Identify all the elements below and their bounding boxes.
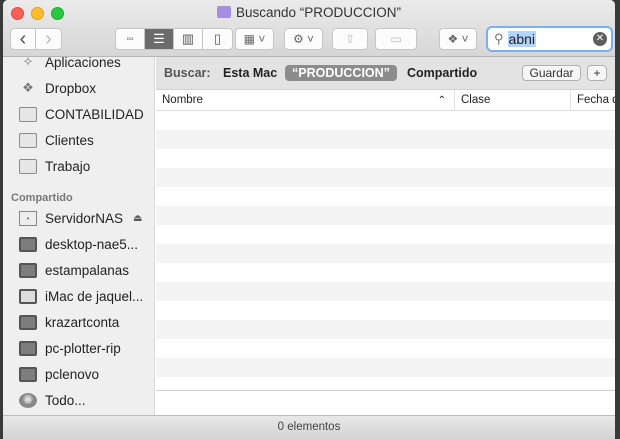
- sidebar-item-pc-plotter-rip[interactable]: pc-plotter-rip: [19, 338, 121, 358]
- toolbar: Buscando “PRODUCCION” ‹ › ▫▫ ☰ ▥ ▯ ▦ ˅ ⚙…: [3, 0, 615, 57]
- sidebar: ✧ Aplicaciones ❖ Dropbox CONTABILIDAD Clie…: [3, 54, 155, 415]
- folder-icon: [19, 132, 37, 148]
- empty-row: [156, 244, 615, 263]
- empty-row: [156, 130, 615, 149]
- sidebar-item-desktop-nae5[interactable]: desktop-nae5...: [19, 234, 138, 254]
- sidebar-item-clientes[interactable]: Clientes: [19, 130, 94, 150]
- sidebar-item-dropbox[interactable]: ❖ Dropbox: [19, 78, 96, 98]
- share-icon: ⇧: [344, 32, 356, 46]
- scope-produccion[interactable]: “PRODUCCION”: [285, 65, 397, 81]
- clear-icon[interactable]: ✕: [593, 32, 607, 46]
- action-button[interactable]: ⚙ ˅: [284, 28, 323, 50]
- imac-icon: [19, 288, 37, 304]
- empty-row: [156, 111, 615, 130]
- column-header: Nombre ⌃ Clase Fecha d: [156, 90, 615, 111]
- nav-buttons: ‹ ›: [10, 28, 62, 50]
- sidebar-item-imac[interactable]: iMac de jaquel...: [19, 286, 143, 306]
- dropbox-icon: ❖ ˅: [447, 32, 469, 46]
- scope-this-mac[interactable]: Esta Mac: [223, 66, 277, 80]
- empty-row: [156, 339, 615, 358]
- folder-icon: [19, 106, 37, 122]
- tags-button[interactable]: ▭: [375, 28, 417, 50]
- empty-row: [156, 301, 615, 320]
- dropbox-button[interactable]: ❖ ˅: [439, 28, 477, 50]
- magnifier-icon: ⚲: [494, 31, 504, 46]
- window-title: Buscando “PRODUCCION”: [3, 5, 615, 20]
- list-view-icon[interactable]: ☰: [145, 29, 174, 49]
- empty-row: [156, 206, 615, 225]
- coverflow-view-icon[interactable]: ▯: [203, 29, 232, 49]
- sidebar-item-aplicaciones[interactable]: ✧ Aplicaciones: [19, 52, 121, 72]
- monitor-icon: [19, 236, 37, 252]
- scope-shared[interactable]: Compartido: [407, 66, 477, 80]
- back-button[interactable]: ‹: [11, 29, 36, 49]
- forward-button[interactable]: ›: [36, 29, 61, 49]
- scope-label: Buscar:: [164, 66, 211, 80]
- column-fecha[interactable]: Fecha d: [571, 90, 615, 111]
- column-nombre[interactable]: Nombre ⌃: [156, 90, 455, 111]
- sidebar-item-trabajo[interactable]: Trabajo: [19, 156, 90, 176]
- dropbox-icon: ❖: [22, 80, 34, 95]
- empty-row: [156, 168, 615, 187]
- empty-row: [156, 358, 615, 377]
- arrange-button[interactable]: ▦ ˅: [235, 28, 274, 50]
- monitor-icon: [19, 340, 37, 356]
- save-button[interactable]: Guardar: [522, 65, 581, 81]
- folder-icon: [19, 158, 37, 174]
- column-view-icon[interactable]: ▥: [174, 29, 203, 49]
- empty-row: [156, 225, 615, 244]
- share-button[interactable]: ⇧: [332, 28, 368, 50]
- monitor-icon: [19, 262, 37, 278]
- monitor-icon: [19, 314, 37, 330]
- results-list: [156, 111, 615, 391]
- sidebar-item-estampalanas[interactable]: estampalanas: [19, 260, 129, 280]
- icon-view-icon[interactable]: ▫▫: [116, 29, 145, 49]
- search-field[interactable]: ⚲ abni ✕: [486, 26, 613, 52]
- eject-icon[interactable]: ⏏: [133, 213, 142, 224]
- column-clase[interactable]: Clase: [455, 90, 571, 111]
- applications-icon: ✧: [22, 54, 34, 69]
- search-scope-bar: Buscar: Esta Mac “PRODUCCION” Compartido…: [156, 57, 615, 90]
- sort-ascending-icon: ⌃: [437, 95, 446, 106]
- sidebar-item-pclenovo[interactable]: pclenovo: [19, 364, 99, 384]
- finder-window: Buscando “PRODUCCION” ‹ › ▫▫ ☰ ▥ ▯ ▦ ˅ ⚙…: [3, 0, 615, 439]
- network-icon: ✺: [19, 392, 37, 408]
- empty-row: [156, 377, 615, 396]
- tag-icon: ▭: [390, 32, 402, 46]
- sidebar-section-shared: Compartido: [11, 192, 73, 204]
- gear-icon: ⚙ ˅: [292, 32, 315, 46]
- empty-row: [156, 263, 615, 282]
- sidebar-item-todo[interactable]: ✺ Todo...: [19, 390, 86, 410]
- empty-row: [156, 320, 615, 339]
- sidebar-item-contabilidad[interactable]: CONTABILIDAD: [19, 104, 144, 124]
- smart-folder-icon: [216, 6, 231, 18]
- search-input[interactable]: abni: [507, 31, 536, 47]
- view-switcher: ▫▫ ☰ ▥ ▯: [115, 28, 233, 50]
- monitor-icon: [19, 366, 37, 382]
- empty-row: [156, 282, 615, 301]
- server-icon: •: [19, 210, 37, 226]
- arrange-icon: ▦ ˅: [243, 32, 266, 46]
- sidebar-item-krazartconta[interactable]: krazartconta: [19, 312, 119, 332]
- add-criteria-button[interactable]: +: [587, 65, 607, 81]
- sidebar-item-servidornas[interactable]: • ServidorNAS ⏏: [19, 208, 142, 228]
- empty-row: [156, 187, 615, 206]
- status-bar: 0 elementos: [3, 415, 615, 439]
- empty-row: [156, 149, 615, 168]
